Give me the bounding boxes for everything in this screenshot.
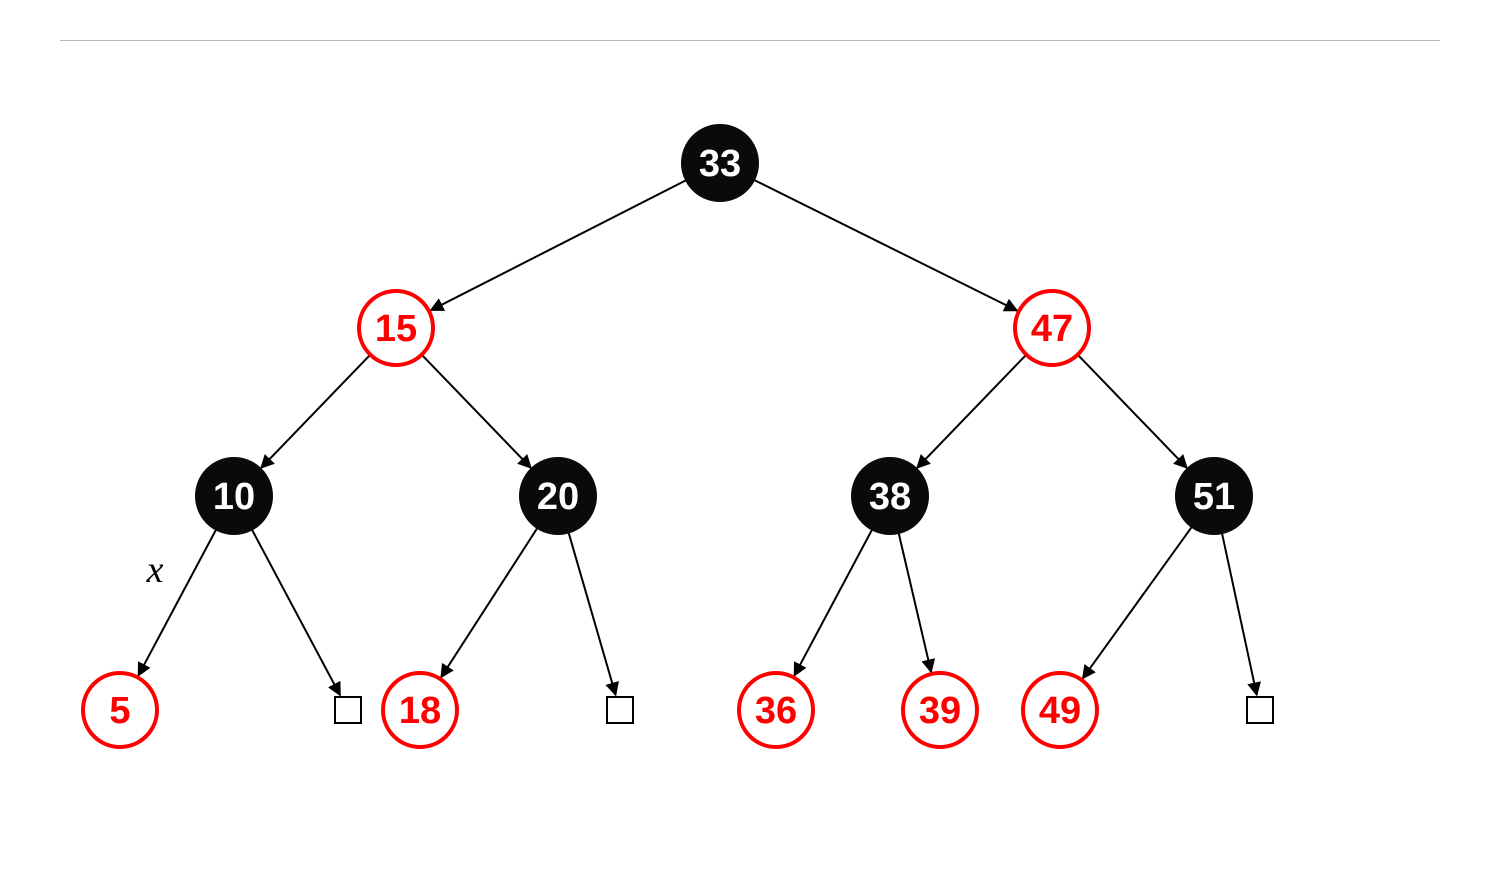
tree-edge (261, 355, 370, 468)
edge-label-x: x (146, 549, 164, 591)
nil-leaf (607, 697, 633, 723)
node-value: 5 (109, 690, 130, 732)
tree-edge (441, 527, 538, 677)
tree-edge (898, 532, 931, 672)
nil-leaf (1247, 697, 1273, 723)
node-value: 36 (755, 690, 797, 732)
node-value: 51 (1193, 476, 1235, 518)
node-value: 10 (213, 476, 255, 518)
node-value: 47 (1031, 308, 1073, 350)
tree-edge (794, 529, 872, 676)
tree-edge (917, 355, 1026, 468)
node-value: 15 (375, 308, 417, 350)
nodes-layer: 33 15 47 10 20 38 51 5 18 36 39 49 (83, 126, 1273, 747)
tree-edge (1083, 526, 1193, 678)
node-value: 49 (1039, 690, 1081, 732)
nil-leaf (335, 697, 361, 723)
node-value: 18 (399, 690, 441, 732)
tree-edge (753, 179, 1017, 310)
node-value: 20 (537, 476, 579, 518)
tree-svg: 33 15 47 10 20 38 51 5 18 36 39 49 x (0, 0, 1500, 891)
tree-edge (431, 180, 687, 311)
node-value: 38 (869, 476, 911, 518)
tree-edge (1222, 532, 1257, 695)
tree-edge (422, 355, 531, 468)
node-value: 33 (699, 143, 741, 185)
edges-layer (138, 179, 1256, 695)
node-value: 39 (919, 690, 961, 732)
tree-edge (251, 529, 340, 696)
tree-edge (1078, 355, 1187, 468)
tree-edge (568, 532, 615, 696)
